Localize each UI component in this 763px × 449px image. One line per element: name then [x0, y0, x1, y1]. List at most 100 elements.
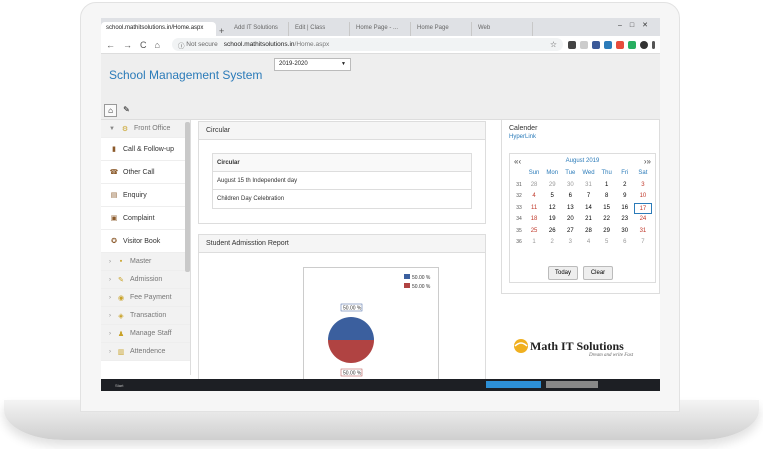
- ext-icon[interactable]: [604, 40, 612, 49]
- sidebar-scrollbar[interactable]: [185, 122, 190, 272]
- calendar-day[interactable]: 18: [525, 214, 543, 226]
- calendar-day[interactable]: 3: [561, 237, 579, 249]
- calendar-day[interactable]: 5: [598, 237, 616, 249]
- star-icon[interactable]: ☆: [550, 40, 557, 49]
- new-tab-button[interactable]: +: [217, 25, 229, 36]
- calendar-day[interactable]: 29: [543, 180, 561, 192]
- sidebar-item-label: Attendence: [130, 348, 166, 355]
- calendar-day[interactable]: 19: [543, 214, 561, 226]
- calendar-day[interactable]: 17: [633, 202, 652, 214]
- tab-3[interactable]: Home Page - ...: [351, 22, 411, 36]
- info-icon[interactable]: ⓘ: [178, 40, 186, 50]
- staff-icon: ♟: [117, 330, 125, 338]
- sidebar-item[interactable]: ▮ Call & Follow-up: [101, 138, 190, 161]
- calendar-day[interactable]: 25: [525, 226, 543, 238]
- sidebar-item[interactable]: › ▪ Master: [101, 253, 190, 271]
- sidebar-item[interactable]: ✪ Visitor Book: [101, 230, 190, 253]
- home-icon[interactable]: ⌂: [104, 104, 117, 117]
- calendar-day[interactable]: 7: [579, 191, 597, 203]
- calendar-day[interactable]: 11: [525, 203, 543, 215]
- ext-icon[interactable]: [592, 40, 600, 49]
- sidebar-item[interactable]: ▤ Enquiry: [101, 184, 190, 207]
- calendar-day[interactable]: 6: [561, 191, 579, 203]
- next-year-icon[interactable]: ›»: [644, 157, 651, 166]
- ext-icon[interactable]: [580, 40, 588, 49]
- tab-4[interactable]: Home Page: [412, 22, 472, 36]
- calendar-day[interactable]: 9: [616, 191, 634, 203]
- toolbar: ⌂ ✎: [101, 104, 133, 118]
- hyperlink[interactable]: HyperLink: [509, 134, 536, 140]
- calendar-day[interactable]: 12: [543, 203, 561, 215]
- calendar-day[interactable]: 5: [543, 191, 561, 203]
- calendar-day[interactable]: 1: [598, 180, 616, 192]
- url-host: school.mathitsolutions.in: [223, 41, 295, 48]
- sidebar-item[interactable]: › ◉ Fee Payment: [101, 289, 190, 307]
- start-label[interactable]: Start: [115, 383, 123, 388]
- calendar-day[interactable]: 3: [634, 180, 652, 192]
- week-number: 36: [516, 239, 522, 245]
- calendar-day[interactable]: 23: [616, 214, 634, 226]
- calendar-day[interactable]: 10: [634, 191, 652, 203]
- ext-icon[interactable]: [640, 40, 648, 49]
- calendar-day[interactable]: 26: [543, 226, 561, 238]
- calendar-day[interactable]: 8: [598, 191, 616, 203]
- sidebar-item[interactable]: ▼ ⚙ Front Office: [101, 120, 190, 138]
- sidebar-item[interactable]: ☎ Other Call: [101, 161, 190, 184]
- sidebar-item[interactable]: › ✎ Admission: [101, 271, 190, 289]
- nav-buttons[interactable]: ←→C⌂: [106, 40, 168, 50]
- tab-1[interactable]: Add IT Solutions: [229, 22, 289, 36]
- tab-5[interactable]: Web: [473, 22, 533, 36]
- sidebar-item[interactable]: › ♟ Manage Staff: [101, 325, 190, 343]
- calendar-dow: Wed: [582, 170, 595, 176]
- omnibox[interactable]: ⓘ Not secure school.mathitsolutions.in/H…: [171, 38, 563, 51]
- calendar-day[interactable]: 27: [561, 226, 579, 238]
- slice-label-bottom: 50.00 %: [343, 371, 362, 377]
- calendar-day[interactable]: 22: [598, 214, 616, 226]
- menu-icon[interactable]: [652, 40, 655, 49]
- legend-label-2: 50.00 %: [412, 284, 431, 290]
- gear-icon: ⚙: [121, 125, 129, 133]
- calendar-day[interactable]: 4: [525, 191, 543, 203]
- calendar-day[interactable]: 2: [543, 237, 561, 249]
- tab-active[interactable]: school.mathitsolutions.in/Home.aspx: [101, 22, 216, 36]
- calendar-day[interactable]: 4: [579, 237, 597, 249]
- calendar-day[interactable]: 15: [598, 203, 616, 215]
- calendar-day[interactable]: 20: [561, 214, 579, 226]
- edit-icon[interactable]: ✎: [120, 104, 133, 117]
- ext-icon[interactable]: [628, 40, 636, 49]
- calendar-day[interactable]: 31: [634, 226, 652, 238]
- extensions[interactable]: [568, 40, 655, 49]
- clear-button[interactable]: Clear: [583, 266, 613, 280]
- tab-2[interactable]: Edit | Class: [290, 22, 350, 36]
- calendar-day[interactable]: 6: [616, 237, 634, 249]
- today-button[interactable]: Today: [548, 266, 578, 280]
- calendar-day[interactable]: 1: [525, 237, 543, 249]
- calendar-day[interactable]: 28: [525, 180, 543, 192]
- calendar-day[interactable]: 28: [579, 226, 597, 238]
- window-controls[interactable]: –□✕: [618, 21, 656, 29]
- calendar-day[interactable]: 30: [616, 226, 634, 238]
- table-row: August 15 th Independent day: [213, 172, 471, 190]
- calendar-day[interactable]: 24: [634, 214, 652, 226]
- calendar-day[interactable]: 16: [616, 203, 634, 215]
- taskbar-app-1[interactable]: [486, 381, 541, 388]
- pencil-icon: ✎: [118, 276, 124, 284]
- calendar-day[interactable]: 21: [579, 214, 597, 226]
- year-select[interactable]: 2019-2020 ▼: [274, 58, 351, 71]
- sidebar-item[interactable]: ▣ Complaint: [101, 207, 190, 230]
- calendar-day[interactable]: 14: [579, 203, 597, 215]
- transaction-icon: ◈: [118, 312, 124, 320]
- calendar-dow: Tue: [565, 170, 576, 176]
- prev-year-icon[interactable]: «‹: [514, 157, 521, 166]
- ext-icon[interactable]: [616, 40, 624, 49]
- calendar-day[interactable]: 29: [598, 226, 616, 238]
- calendar-day[interactable]: 30: [561, 180, 579, 192]
- calendar-day[interactable]: 2: [616, 180, 634, 192]
- calendar-day[interactable]: 31: [579, 180, 597, 192]
- ext-icon[interactable]: [568, 40, 576, 49]
- taskbar-app-2[interactable]: [546, 381, 598, 388]
- calendar-day[interactable]: 7: [634, 237, 652, 249]
- sidebar-item[interactable]: › ▥ Attendence: [101, 343, 190, 361]
- calendar-day[interactable]: 13: [561, 203, 579, 215]
- sidebar-item[interactable]: › ◈ Transaction: [101, 307, 190, 325]
